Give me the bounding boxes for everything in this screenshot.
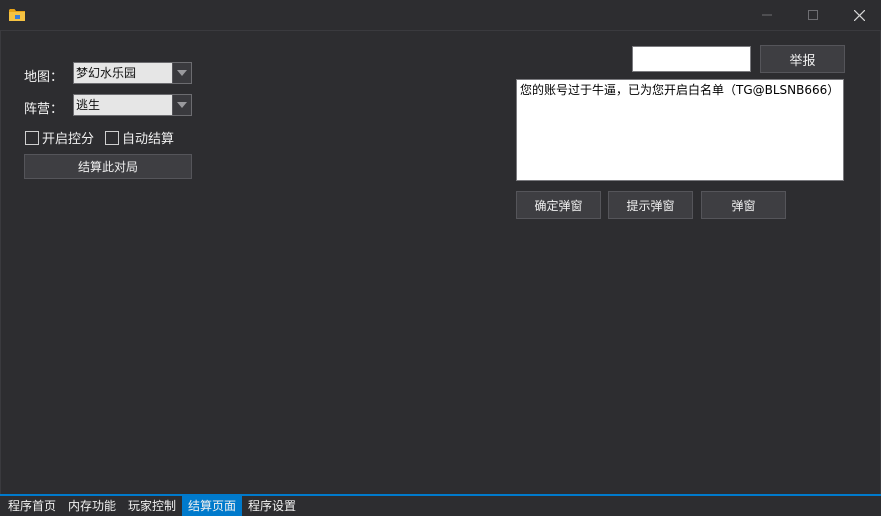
tab-home[interactable]: 程序首页 [2, 496, 62, 516]
minimize-icon [762, 14, 772, 16]
popup-button[interactable]: 弹窗 [701, 191, 786, 219]
auto-settle-checkbox[interactable]: 自动结算 [105, 128, 174, 147]
control-score-label: 开启控分 [42, 132, 95, 147]
confirm-popup-button[interactable]: 确定弹窗 [516, 191, 601, 219]
chevron-down-icon[interactable] [172, 95, 191, 115]
camp-select[interactable]: 逃生 [73, 94, 192, 116]
tab-memory[interactable]: 内存功能 [62, 496, 122, 516]
tab-settlement[interactable]: 结算页面 [182, 496, 242, 516]
maximize-button[interactable] [790, 0, 836, 30]
hint-popup-button[interactable]: 提示弹窗 [608, 191, 693, 219]
message-textbox[interactable]: 您的账号过于牛逼，已为您开启白名单（TG@BLSNB666） [516, 79, 844, 181]
chevron-down-icon[interactable] [172, 63, 191, 83]
maximize-icon [808, 10, 818, 20]
close-button[interactable] [836, 0, 881, 30]
minimize-button[interactable] [744, 0, 790, 30]
tab-player-control[interactable]: 玩家控制 [122, 496, 182, 516]
camp-label: 阵营： [24, 102, 64, 117]
control-score-checkbox[interactable]: 开启控分 [25, 128, 94, 147]
tab-bar: 程序首页 内存功能 玩家控制 结算页面 程序设置 [0, 494, 881, 516]
report-input[interactable] [632, 46, 751, 72]
close-icon [853, 9, 865, 21]
report-button[interactable]: 举报 [760, 45, 845, 73]
settle-match-button[interactable]: 结算此对局 [24, 154, 192, 179]
folder-icon [9, 8, 25, 22]
map-select[interactable]: 梦幻水乐园 [73, 62, 192, 84]
map-label: 地图： [24, 70, 64, 85]
title-bar [0, 0, 881, 31]
auto-settle-label: 自动结算 [122, 132, 175, 147]
checkbox-box[interactable] [25, 130, 39, 145]
checkbox-box[interactable] [105, 130, 119, 145]
map-select-value: 梦幻水乐园 [74, 63, 174, 83]
camp-select-value: 逃生 [74, 95, 174, 115]
tab-settings[interactable]: 程序设置 [242, 496, 302, 516]
